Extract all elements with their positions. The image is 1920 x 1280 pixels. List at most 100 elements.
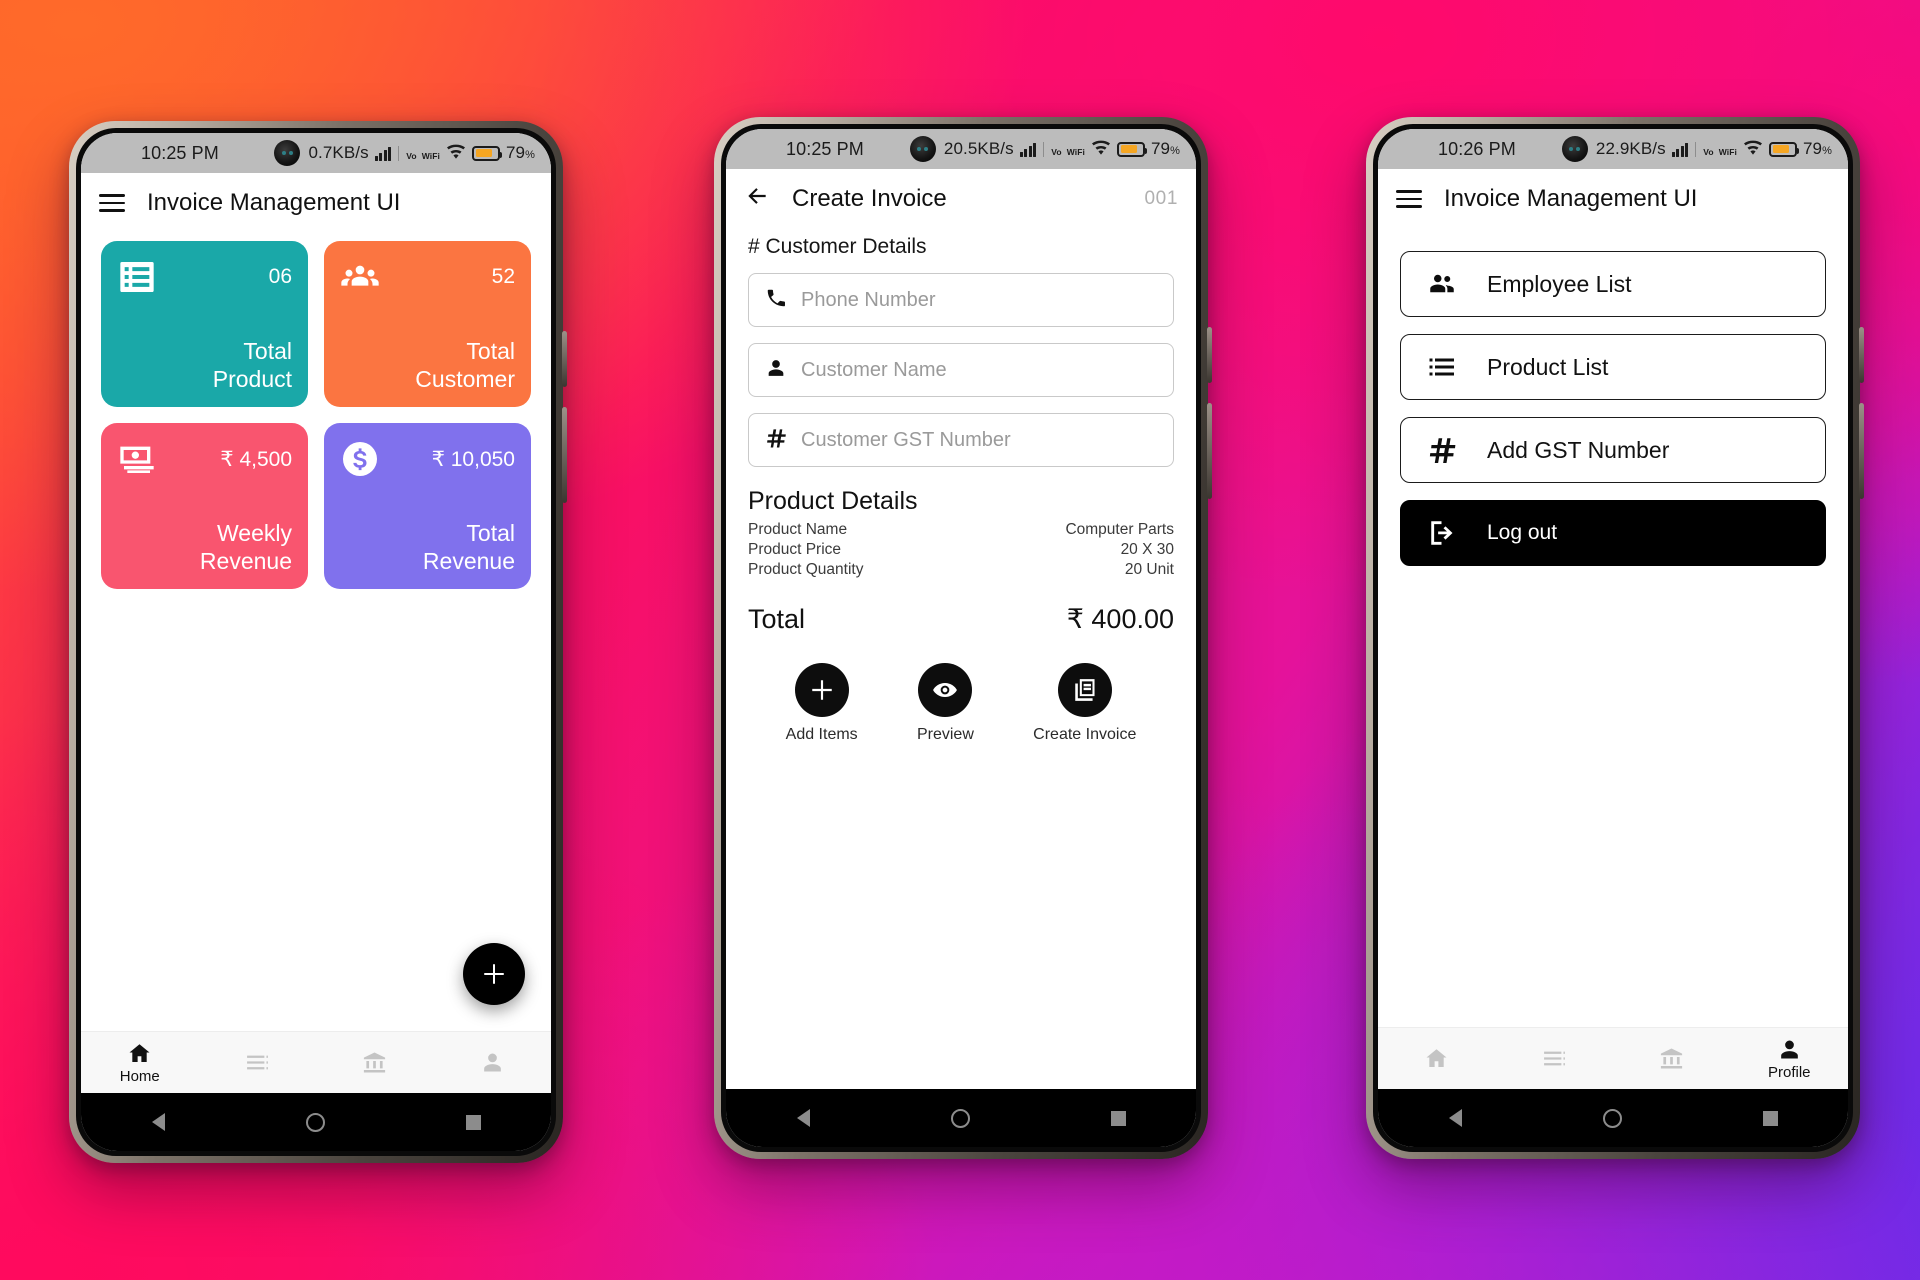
status-icons: 0.7KB/s Vo WiFi 79% — [274, 140, 535, 166]
back-triangle-icon[interactable] — [151, 1113, 165, 1131]
stat-label: Total Product — [212, 337, 292, 392]
person-icon — [1780, 1040, 1798, 1058]
app-bar: Invoice Management UI — [1378, 169, 1848, 229]
page-title: Invoice Management UI — [147, 189, 401, 216]
hamburger-icon[interactable] — [99, 194, 125, 212]
nav-item-invoice[interactable]: Invoice — [1496, 1046, 1614, 1071]
menu-list: Employee List Product List Add GST Numbe… — [1378, 229, 1848, 566]
battery-icon — [472, 145, 502, 161]
row-value: Computer Parts — [1065, 521, 1174, 538]
power-button[interactable] — [1859, 403, 1864, 499]
volume-button[interactable] — [562, 331, 567, 387]
phone-bezel: 10:26 PM 22.9KB/s Vo WiFi 79% Invoice Ma… — [1373, 124, 1853, 1152]
stat-label: Total Customer — [415, 337, 515, 392]
preview-button[interactable]: Preview — [917, 663, 974, 744]
screenshot-stage: 10:25 PM 0.7KB/s Vo WiFi 79% Invoice Man… — [0, 0, 1920, 1280]
create-invoice-label: Create Invoice — [1033, 726, 1137, 743]
status-bar: 10:25 PM 0.7KB/s Vo WiFi 79% — [81, 133, 551, 173]
add-invoice-fab[interactable] — [463, 943, 525, 1005]
arrow-left-icon[interactable] — [744, 183, 770, 215]
nav-item-invoice[interactable]: Invoice — [199, 1050, 317, 1075]
home-circle-icon[interactable] — [950, 1108, 970, 1128]
app-bar: Invoice Management UI — [81, 173, 551, 233]
phone-number-field[interactable]: Phone Number — [748, 273, 1174, 327]
logout-icon — [1431, 521, 1453, 545]
volte-wifi-icon: Vo WiFi — [1051, 146, 1085, 157]
recents-square-icon[interactable] — [1110, 1110, 1126, 1126]
nav-item-home[interactable]: Home — [1378, 1046, 1496, 1071]
volume-button[interactable] — [1859, 327, 1864, 383]
nav-item-home[interactable]: Home — [81, 1041, 199, 1085]
front-camera-icon — [909, 136, 936, 162]
status-time: 10:26 PM — [1438, 138, 1516, 159]
status-icons: 20.5KB/s Vo WiFi 79% — [909, 136, 1180, 162]
nav-label: Home — [119, 1067, 160, 1085]
list-icon — [1543, 1051, 1565, 1066]
customer-gst-field[interactable]: Customer GST Number — [748, 413, 1174, 467]
stat-card-total-product[interactable]: 06 Total Product — [101, 241, 308, 407]
create-invoice-button[interactable]: Create Invoice — [1033, 663, 1136, 744]
stat-card-total-customer[interactable]: 52 Total Customer — [324, 241, 531, 407]
back-triangle-icon[interactable] — [796, 1109, 810, 1127]
menu-label: Product List — [1487, 353, 1609, 380]
customer-name-field[interactable]: Customer Name — [748, 343, 1174, 397]
nav-item-profile[interactable]: Profile — [1731, 1037, 1849, 1081]
phone-screen: 10:25 PM 0.7KB/s Vo WiFi 79% Invoice Man… — [81, 133, 551, 1151]
plus-icon — [482, 962, 506, 986]
phone-bezel: 10:25 PM 0.7KB/s Vo WiFi 79% Invoice Man… — [76, 128, 556, 1156]
stat-label: Weekly Revenue — [199, 519, 292, 574]
menu-item-add-gst-number[interactable]: Add GST Number — [1400, 417, 1826, 483]
bottom-navigation: Home Invoice Bank Profile — [1378, 1027, 1848, 1089]
android-navigation-bar — [81, 1093, 551, 1151]
menu-item-employee-list[interactable]: Employee List — [1400, 251, 1826, 317]
volume-button[interactable] — [1207, 327, 1212, 383]
phone-bezel: 10:25 PM 20.5KB/s Vo WiFi 79% Create Inv… — [721, 124, 1201, 1152]
hash-icon — [765, 427, 787, 454]
page-title: Invoice Management UI — [1444, 185, 1698, 212]
stat-card-total-revenue[interactable]: ₹ 10,050 Total Revenue — [324, 423, 531, 589]
status-time: 10:25 PM — [141, 142, 219, 163]
recents-square-icon[interactable] — [465, 1114, 481, 1130]
product-details-title: Product Details — [748, 487, 918, 515]
stat-card-weekly-revenue[interactable]: ₹ 4,500 Weekly Revenue — [101, 423, 308, 589]
divider — [398, 145, 400, 161]
add-items-label: Add Items — [785, 726, 858, 743]
bank-icon — [364, 1052, 386, 1073]
menu-item-product-list[interactable]: Product List — [1400, 334, 1826, 400]
card-top: 52 — [340, 257, 515, 297]
nav-item-profile[interactable]: Profile — [434, 1050, 552, 1075]
network-speed: 22.9KB/s — [1595, 139, 1666, 158]
power-button[interactable] — [562, 407, 567, 503]
add-items-button[interactable]: Add Items — [786, 663, 858, 744]
cash-icon — [117, 439, 157, 479]
stat-card-grid: 06 Total Product 52 Total Customer ₹ 4,5… — [81, 233, 551, 589]
total-row: Total ₹ 400.00 — [726, 580, 1196, 635]
phone-screen: 10:26 PM 22.9KB/s Vo WiFi 79% Invoice Ma… — [1378, 129, 1848, 1147]
divider — [1043, 141, 1045, 157]
signal-icon — [1671, 142, 1689, 157]
menu-item-log-out[interactable]: Log out — [1400, 500, 1826, 566]
recents-square-icon[interactable] — [1762, 1110, 1778, 1126]
row-label: Product Name — [748, 521, 848, 538]
people-icon — [1430, 274, 1454, 293]
product-row-quantity: Product Quantity 20 Unit — [726, 560, 1196, 580]
stat-value: 52 — [491, 265, 515, 288]
wifi-icon — [1743, 139, 1763, 160]
phone-screen: 10:25 PM 20.5KB/s Vo WiFi 79% Create Inv… — [726, 129, 1196, 1147]
wifi-icon — [1091, 139, 1111, 160]
back-triangle-icon[interactable] — [1448, 1109, 1462, 1127]
product-row-price: Product Price 20 X 30 — [726, 540, 1196, 560]
hamburger-icon[interactable] — [1396, 190, 1422, 208]
people-icon — [340, 257, 380, 297]
home-circle-icon[interactable] — [305, 1112, 325, 1132]
network-speed: 0.7KB/s — [308, 143, 369, 162]
home-icon — [129, 1043, 150, 1062]
home-circle-icon[interactable] — [1602, 1108, 1622, 1128]
power-button[interactable] — [1207, 403, 1212, 499]
customer-gst-placeholder: Customer GST Number — [801, 428, 1011, 451]
nav-item-bank[interactable]: Bank — [1613, 1046, 1731, 1071]
phone-icon — [765, 287, 787, 314]
nav-label: Profile — [1767, 1063, 1811, 1081]
person-icon — [765, 357, 787, 384]
nav-item-bank[interactable]: Bank — [316, 1050, 434, 1075]
